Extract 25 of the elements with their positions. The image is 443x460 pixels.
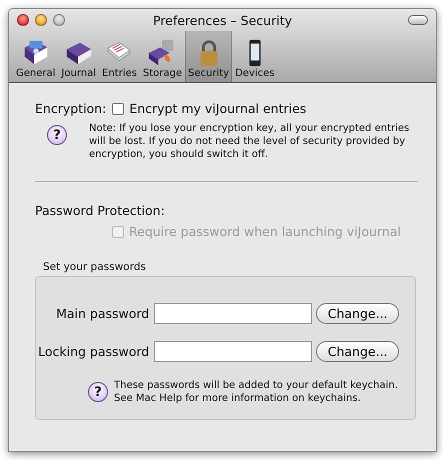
toolbar-tab[interactable]: Security <box>185 31 232 82</box>
password-label: Main password <box>55 306 150 320</box>
note-text: Note: If you lose your encryption key, all your encrypted entries will be lost. If you do not need the level of security provided by encryption, you should switch it off. <box>89 122 410 161</box>
zoom-button[interactable] <box>53 14 65 26</box>
note-text: These passwords will be added to your default keychain. See Mac Help for more information on keychains. <box>114 378 398 404</box>
change-button[interactable]: Change... <box>316 302 399 324</box>
group-title: Set your passwords <box>43 260 147 272</box>
toolbar-tab[interactable]: General <box>13 31 58 82</box>
close-button[interactable] <box>17 14 29 26</box>
change-button[interactable]: Change... <box>316 340 399 362</box>
window-title: Preferences – Security <box>152 12 294 28</box>
help-button[interactable]: ? <box>88 382 108 402</box>
toolbar-tab[interactable]: Entries <box>99 31 140 82</box>
section-label: Password Protection: <box>35 203 166 218</box>
toolbar-tab[interactable]: Storage <box>140 31 185 82</box>
password-label: Locking password <box>37 344 150 358</box>
minimize-button[interactable] <box>35 14 47 26</box>
password-field[interactable] <box>154 302 312 324</box>
help-button[interactable]: ? <box>47 125 67 145</box>
toolbar-tab[interactable]: Journal <box>58 31 100 82</box>
toolbar-toggle-button[interactable] <box>408 15 428 25</box>
section-label: Encryption: <box>35 101 106 116</box>
toolbar-tab[interactable]: Devices <box>232 31 278 82</box>
encrypt-checkbox[interactable]: Encrypt my viJournal entries <box>112 101 306 116</box>
password-field[interactable] <box>154 340 312 362</box>
